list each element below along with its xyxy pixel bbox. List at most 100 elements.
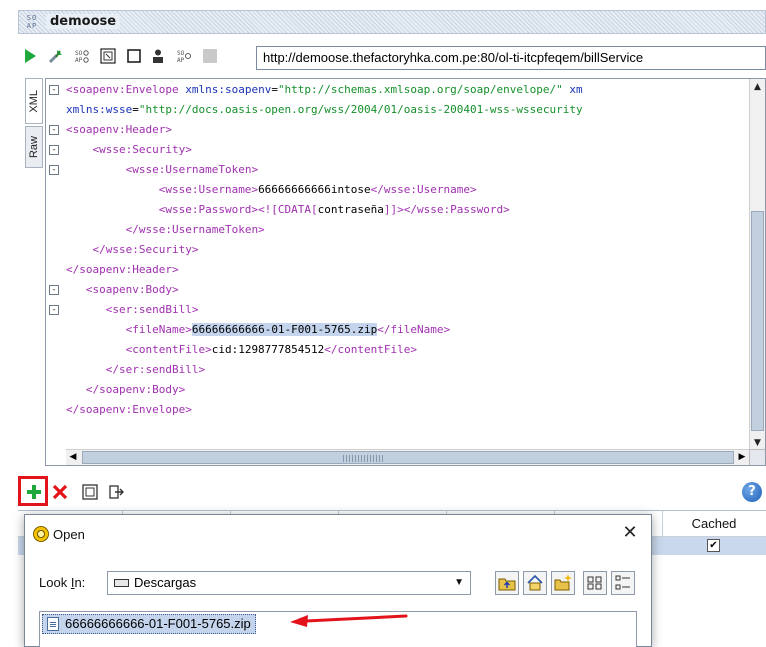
tab-xml[interactable]: XML <box>25 78 43 124</box>
vertical-scroll-thumb[interactable] <box>751 211 764 431</box>
svg-text:SO: SO <box>177 50 185 57</box>
xml-token: </wsse:Username> <box>370 183 477 196</box>
details-view-button[interactable] <box>611 571 635 595</box>
xml-line[interactable]: <fileName>66666666666-01-F001-5765.zip</… <box>66 321 450 339</box>
help-icon[interactable]: ? <box>742 482 762 502</box>
scroll-left-arrow-icon[interactable]: ◀ <box>66 450 80 465</box>
xml-token: </soapenv:Body> <box>85 383 186 396</box>
export-attachment-icon[interactable] <box>108 484 124 500</box>
xml-editor[interactable]: - - - - - - <soapenv:Envelope xmlns:soapenv="… <box>45 78 766 466</box>
find-icon[interactable] <box>749 449 765 465</box>
xml-line[interactable]: <wsse:Security> <box>66 141 192 159</box>
fold-toggle-icon[interactable]: - <box>49 305 59 315</box>
add-attachment-icon[interactable] <box>26 484 42 500</box>
up-folder-button[interactable] <box>495 571 519 595</box>
look-in-select[interactable]: Descargas ▼ <box>107 571 471 595</box>
xml-token <box>66 303 106 316</box>
cached-checkbox[interactable]: ✔ <box>707 539 720 552</box>
details-view-icon <box>615 575 630 590</box>
wsa-icon[interactable]: SO AP <box>176 48 192 64</box>
callout-arrow-icon <box>290 614 408 627</box>
scroll-right-arrow-icon[interactable]: ▶ <box>735 450 749 465</box>
wrench-icon[interactable] <box>48 48 64 64</box>
fold-toggle-icon[interactable]: - <box>49 285 59 295</box>
xml-line[interactable]: </soapenv:Envelope> <box>66 401 192 419</box>
xml-line[interactable]: <contentFile>cid:1298777854512</contentF… <box>66 341 417 359</box>
xml-line[interactable]: </wsse:UsernameToken> <box>66 221 265 239</box>
xml-token: = <box>271 83 278 96</box>
xml-token: </wsse:Security> <box>92 243 199 256</box>
format-icon[interactable] <box>100 48 116 64</box>
xml-token <box>66 163 126 176</box>
xml-line[interactable]: <wsse:Password><![CDATA[contraseña]]></w… <box>66 201 510 219</box>
attachments-toolbar: ? <box>18 470 766 510</box>
scroll-grip <box>343 455 383 462</box>
xml-token: ]]> <box>383 203 404 216</box>
file-item[interactable]: 66666666666-01-F001-5765.zip <box>42 614 256 634</box>
horizontal-scrollbar[interactable]: ◀ ▶ <box>66 449 749 465</box>
xml-token <box>66 143 93 156</box>
xml-line[interactable]: xmlns:wsse="http://docs.oasis-open.org/w… <box>66 101 583 119</box>
editor-title-bar: SO AP demoose <box>18 10 766 34</box>
fold-gutter: - - - - - - <box>46 79 66 451</box>
xml-code-area[interactable]: <soapenv:Envelope xmlns:soapenv="http://… <box>66 79 749 451</box>
xml-token: <wsse:Username> <box>158 183 259 196</box>
soap-settings-icon[interactable]: SO AP <box>74 48 90 64</box>
xml-token <box>66 283 86 296</box>
fold-toggle-icon[interactable]: - <box>49 145 59 155</box>
xml-token: 66666666666intose <box>258 183 371 196</box>
xml-token <box>66 203 159 216</box>
fold-toggle-icon[interactable]: - <box>49 165 59 175</box>
look-in-value: Descargas <box>134 575 197 590</box>
endpoint-url-input[interactable]: http://demoose.thefactoryhka.com.pe:80/o… <box>256 46 766 70</box>
xml-token: <![CDATA[ <box>258 203 318 216</box>
up-folder-icon <box>498 578 516 591</box>
xml-token: </fileName> <box>377 323 451 336</box>
horizontal-scroll-thumb[interactable] <box>82 451 734 464</box>
xml-line[interactable]: <soapenv:Header> <box>66 121 172 139</box>
xml-line[interactable]: </soapenv:Header> <box>66 261 179 279</box>
xml-token <box>66 363 106 376</box>
xml-token: </soapenv:Header> <box>66 263 179 276</box>
xml-line[interactable]: <wsse:Username>66666666666intose</wsse:U… <box>66 181 477 199</box>
xml-token: <soapenv:Header> <box>66 123 172 136</box>
xml-line[interactable]: </wsse:Security> <box>66 241 199 259</box>
xml-line[interactable]: <wsse:UsernameToken> <box>66 161 258 179</box>
scroll-up-arrow-icon[interactable]: ▲ <box>750 79 765 95</box>
close-icon[interactable]: ✕ <box>619 522 641 544</box>
list-view-button[interactable] <box>583 571 607 595</box>
xml-line[interactable]: <soapenv:Body> <box>66 281 179 299</box>
stop-icon[interactable] <box>126 48 142 64</box>
xml-line[interactable]: <ser:sendBill> <box>66 301 199 319</box>
fold-toggle-icon[interactable]: - <box>49 125 59 135</box>
xml-token: <fileName> <box>125 323 192 336</box>
request-toolbar: SO AP SO AP http://demoose.thefactoryhka… <box>18 40 766 76</box>
home-icon <box>527 574 543 591</box>
run-icon[interactable] <box>22 48 38 64</box>
xml-line[interactable]: </soapenv:Body> <box>66 381 185 399</box>
column-header-cached[interactable]: Cached <box>662 511 766 537</box>
tab-raw[interactable]: Raw <box>25 126 43 168</box>
tab-raw-label: Raw <box>28 135 40 158</box>
new-folder-button[interactable] <box>551 571 575 595</box>
fold-toggle-icon[interactable]: - <box>49 85 59 95</box>
attachment-props-icon[interactable] <box>82 484 98 500</box>
xml-token: </wsse:UsernameToken> <box>125 223 265 236</box>
xml-token: <wsse:Security> <box>92 143 192 156</box>
xml-token: </wsse:Password> <box>403 203 510 216</box>
xml-token: <soapenv:Envelope <box>66 83 186 96</box>
xml-line[interactable]: <soapenv:Envelope xmlns:soapenv="http://… <box>66 81 583 99</box>
xml-token: </soapenv:Envelope> <box>66 403 192 416</box>
xml-line[interactable]: </ser:sendBill> <box>66 361 205 379</box>
xml-token: xmlns:wsse <box>66 103 133 116</box>
home-button[interactable] <box>523 571 547 595</box>
remove-attachment-icon[interactable] <box>52 484 68 500</box>
xml-token: "http://schemas.xmlsoap.org/soap/envelop… <box>277 83 563 96</box>
vertical-scrollbar[interactable]: ▲ ▼ <box>749 79 765 451</box>
xml-token: xm <box>569 83 583 96</box>
soap-icon: SO AP <box>26 14 38 30</box>
xml-token: contraseña <box>317 203 384 216</box>
xml-token <box>66 183 159 196</box>
auth-icon[interactable] <box>150 48 166 64</box>
disabled-icon <box>203 49 217 63</box>
